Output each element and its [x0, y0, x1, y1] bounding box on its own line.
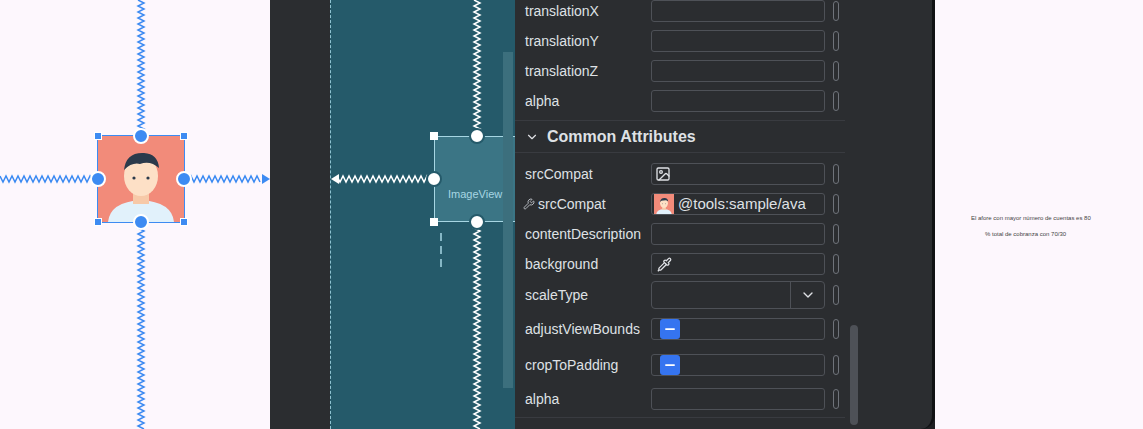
panel-scrollbar-track — [845, 0, 860, 429]
attribute-marker[interactable] — [833, 355, 839, 375]
attribute-field[interactable] — [651, 253, 825, 275]
resize-handle[interactable] — [180, 132, 188, 140]
attribute-field[interactable] — [651, 90, 825, 112]
attribute-marker[interactable] — [833, 254, 839, 274]
resize-handle[interactable] — [180, 218, 188, 226]
attribute-field[interactable] — [651, 223, 825, 245]
preview-text: % total de cobranza con 70/30 — [985, 230, 1066, 238]
attribute-field[interactable] — [651, 60, 825, 82]
device-frame — [860, 0, 935, 429]
resize-handle[interactable] — [430, 132, 438, 140]
blueprint-canvas[interactable]: ImageView — [330, 0, 515, 429]
checkbox[interactable] — [660, 355, 680, 375]
panel-scrollbar-thumb[interactable] — [850, 325, 858, 425]
constraint-anchor[interactable] — [469, 214, 485, 230]
attribute-marker[interactable] — [833, 1, 839, 21]
attribute-row: srcCompat — [525, 159, 845, 189]
preview-screen: El afore con mayor número de cuentas es … — [935, 0, 1143, 429]
avatar-thumbnail-icon — [654, 194, 674, 214]
attribute-row: alpha — [525, 86, 845, 116]
attribute-row: adjustViewBounds — [525, 311, 845, 347]
attribute-marker[interactable] — [833, 61, 839, 81]
attribute-field[interactable] — [651, 163, 825, 185]
dropdown[interactable] — [651, 281, 825, 309]
attribute-row: scaleType — [525, 279, 845, 311]
preview-text: El afore con mayor número de cuentas es … — [971, 214, 1091, 222]
attribute-row: alpha — [525, 383, 845, 415]
attribute-marker[interactable] — [833, 194, 839, 214]
minus-icon — [663, 322, 677, 336]
minus-icon — [663, 358, 677, 372]
checkbox[interactable] — [660, 319, 680, 339]
attribute-marker[interactable] — [833, 224, 839, 244]
constraint-anchor[interactable] — [176, 171, 192, 187]
attribute-row: translationX — [525, 0, 845, 26]
attribute-marker[interactable] — [833, 285, 839, 305]
attribute-row: contentDescription — [525, 219, 845, 249]
attribute-field[interactable] — [651, 30, 825, 52]
avatar-image — [98, 136, 184, 222]
constraint-anchor[interactable] — [133, 214, 149, 230]
android-studio-layout-editor: ImageViewtranslationXtranslationYtransla… — [0, 0, 1143, 429]
chevron-down-icon — [525, 130, 539, 144]
resize-handle[interactable] — [94, 132, 102, 140]
attribute-row: srcCompat@tools:sample/ava — [525, 189, 845, 219]
attribute-field[interactable] — [651, 388, 825, 410]
attribute-marker[interactable] — [833, 31, 839, 51]
attribute-row: background — [525, 249, 845, 279]
attribute-row: translationY — [525, 26, 845, 56]
attribute-marker[interactable] — [833, 164, 839, 184]
constraint-anchor[interactable] — [469, 128, 485, 144]
constraint-anchor[interactable] — [133, 128, 149, 144]
editor-gap — [270, 0, 330, 429]
attribute-row: translationZ — [525, 56, 845, 86]
attribute-marker[interactable] — [833, 389, 839, 409]
attribute-marker[interactable] — [833, 319, 839, 339]
attribute-marker[interactable] — [833, 91, 839, 111]
image-icon — [655, 166, 671, 182]
attribute-field[interactable] — [651, 0, 825, 22]
section-header[interactable]: Common Attributes — [515, 120, 845, 153]
constraint-anchor[interactable] — [90, 171, 106, 187]
attribute-row: cropToPadding — [525, 347, 845, 383]
constraint-anchor[interactable] — [426, 171, 442, 187]
attributes-panel: translationXtranslationYtranslationZalph… — [515, 0, 845, 429]
resize-handle[interactable] — [94, 218, 102, 226]
pipette-icon — [657, 257, 672, 272]
attribute-field[interactable]: @tools:sample/ava — [651, 193, 825, 215]
chevron-down-icon — [800, 287, 816, 303]
wrench-icon — [523, 198, 535, 210]
blueprint-scrollbar[interactable] — [503, 52, 513, 388]
resize-handle[interactable] — [430, 218, 438, 226]
design-canvas[interactable] — [0, 0, 270, 429]
